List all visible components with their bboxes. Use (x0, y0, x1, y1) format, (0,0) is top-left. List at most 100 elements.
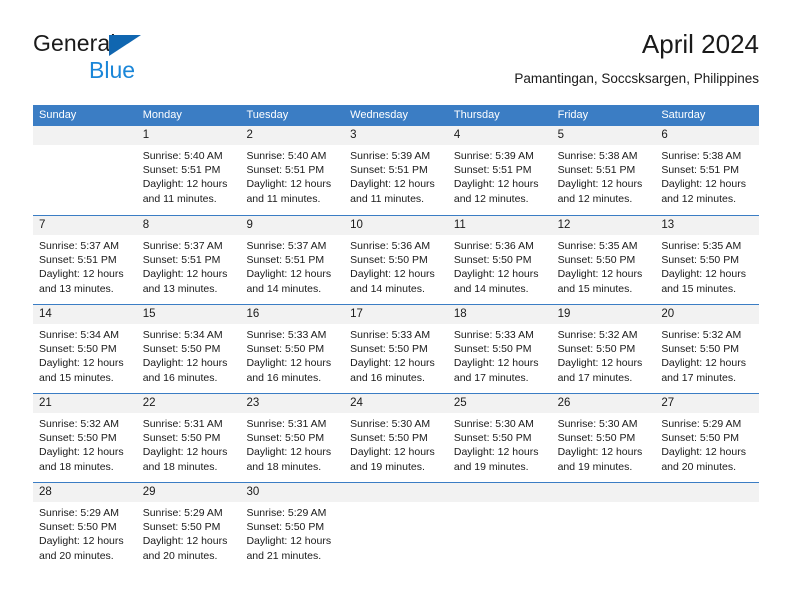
day-cell[interactable]: 21 Sunrise: 5:32 AM Sunset: 5:50 PM Dayl… (33, 394, 137, 482)
sunrise-text: Sunrise: 5:29 AM (142, 507, 223, 519)
logo-text-blue: Blue (89, 57, 136, 83)
daylight-text-line1: Daylight: 12 hours (661, 268, 746, 281)
day-cell[interactable]: 22 Sunrise: 5:31 AM Sunset: 5:50 PM Dayl… (136, 394, 241, 482)
week-row: 14 Sunrise: 5:34 AM Sunset: 5:50 PM Dayl… (33, 304, 760, 393)
day-number: 7 (33, 216, 137, 235)
day-cell[interactable]: 11 Sunrise: 5:36 AM Sunset: 5:50 PM Dayl… (447, 216, 552, 304)
day-cell[interactable]: 20 Sunrise: 5:32 AM Sunset: 5:50 PM Dayl… (655, 305, 760, 393)
day-number: 22 (136, 394, 241, 413)
day-number: 28 (33, 483, 137, 502)
daylight-text-line2: and 20 minutes. (142, 549, 218, 562)
day-cell[interactable]: 27 Sunrise: 5:29 AM Sunset: 5:50 PM Dayl… (655, 394, 760, 482)
week-row: 1 Sunrise: 5:40 AM Sunset: 5:51 PM Dayli… (33, 126, 760, 215)
day-cell[interactable] (344, 483, 448, 571)
sunset-text: Sunset: 5:50 PM (661, 432, 739, 445)
day-number: 23 (240, 394, 345, 413)
daylight-text-line1: Daylight: 12 hours (557, 357, 643, 370)
day-details: Sunrise: 5:29 AM Sunset: 5:50 PM Dayligh… (137, 502, 241, 563)
sunrise-text: Sunrise: 5:36 AM (350, 240, 431, 252)
sunrise-text: Sunrise: 5:33 AM (246, 329, 327, 341)
day-number: 14 (33, 305, 137, 324)
day-number: 5 (551, 126, 656, 145)
day-cell[interactable]: 1 Sunrise: 5:40 AM Sunset: 5:51 PM Dayli… (136, 126, 241, 215)
sunset-text: Sunset: 5:50 PM (246, 343, 325, 356)
day-number: 11 (447, 216, 552, 235)
day-cell[interactable]: 23 Sunrise: 5:31 AM Sunset: 5:50 PM Dayl… (240, 394, 345, 482)
day-cell[interactable]: 29 Sunrise: 5:29 AM Sunset: 5:50 PM Dayl… (136, 483, 241, 571)
day-cell[interactable]: 6 Sunrise: 5:38 AM Sunset: 5:51 PM Dayli… (655, 126, 760, 215)
week-row: 28 Sunrise: 5:29 AM Sunset: 5:50 PM Dayl… (33, 482, 760, 571)
day-number: 30 (240, 483, 345, 502)
weekday-header-sunday: Sunday (39, 109, 77, 121)
page-header: General Blue April 2024 Pamantingan, Soc… (33, 28, 759, 98)
day-cell[interactable]: 16 Sunrise: 5:33 AM Sunset: 5:50 PM Dayl… (240, 305, 345, 393)
sunrise-text: Sunrise: 5:30 AM (350, 418, 431, 430)
day-details: Sunrise: 5:39 AM Sunset: 5:51 PM Dayligh… (448, 145, 552, 206)
sunset-text: Sunset: 5:51 PM (557, 164, 636, 177)
sunset-text: Sunset: 5:50 PM (39, 432, 117, 445)
weekday-header-monday: Monday (142, 109, 182, 121)
daylight-text-line2: and 15 minutes. (39, 371, 114, 384)
daylight-text-line2: and 14 minutes. (350, 282, 425, 295)
daylight-text-line2: and 16 minutes. (142, 371, 218, 384)
day-cell[interactable] (551, 483, 656, 571)
day-details: Sunrise: 5:34 AM Sunset: 5:50 PM Dayligh… (137, 324, 241, 385)
day-details: Sunrise: 5:34 AM Sunset: 5:50 PM Dayligh… (33, 324, 137, 385)
day-cell[interactable]: 4 Sunrise: 5:39 AM Sunset: 5:51 PM Dayli… (447, 126, 552, 215)
day-number: 29 (136, 483, 241, 502)
day-cell[interactable] (655, 483, 760, 571)
day-cell[interactable]: 28 Sunrise: 5:29 AM Sunset: 5:50 PM Dayl… (33, 483, 137, 571)
day-cell[interactable]: 14 Sunrise: 5:34 AM Sunset: 5:50 PM Dayl… (33, 305, 137, 393)
day-cell[interactable]: 24 Sunrise: 5:30 AM Sunset: 5:50 PM Dayl… (344, 394, 448, 482)
sunset-text: Sunset: 5:50 PM (453, 432, 532, 445)
weekday-header-wednesday: Wednesday (350, 109, 409, 121)
daylight-text-line2: and 12 minutes. (453, 192, 529, 205)
day-cell[interactable]: 17 Sunrise: 5:33 AM Sunset: 5:50 PM Dayl… (344, 305, 448, 393)
day-cell[interactable]: 30 Sunrise: 5:29 AM Sunset: 5:50 PM Dayl… (240, 483, 345, 571)
day-number (551, 483, 656, 502)
daylight-text-line2: and 16 minutes. (246, 371, 322, 384)
day-cell[interactable]: 10 Sunrise: 5:36 AM Sunset: 5:50 PM Dayl… (344, 216, 448, 304)
day-details: Sunrise: 5:32 AM Sunset: 5:50 PM Dayligh… (552, 324, 656, 385)
day-cell[interactable]: 12 Sunrise: 5:35 AM Sunset: 5:50 PM Dayl… (551, 216, 656, 304)
day-number: 18 (447, 305, 552, 324)
weekday-header-row: Sunday Monday Tuesday Wednesday Thursday… (33, 105, 759, 126)
sunrise-text: Sunrise: 5:35 AM (661, 240, 742, 252)
day-cell[interactable]: 8 Sunrise: 5:37 AM Sunset: 5:51 PM Dayli… (136, 216, 241, 304)
day-number: 20 (655, 305, 760, 324)
daylight-text-line2: and 12 minutes. (557, 192, 633, 205)
day-cell[interactable]: 18 Sunrise: 5:33 AM Sunset: 5:50 PM Dayl… (447, 305, 552, 393)
day-cell[interactable] (447, 483, 552, 571)
daylight-text-line2: and 15 minutes. (661, 282, 737, 295)
calendar-page: General Blue April 2024 Pamantingan, Soc… (0, 0, 792, 612)
day-cell[interactable]: 7 Sunrise: 5:37 AM Sunset: 5:51 PM Dayli… (33, 216, 137, 304)
day-details: Sunrise: 5:38 AM Sunset: 5:51 PM Dayligh… (655, 145, 759, 206)
day-details: Sunrise: 5:31 AM Sunset: 5:50 PM Dayligh… (137, 413, 241, 474)
daylight-text-line1: Daylight: 12 hours (453, 446, 539, 459)
sunrise-text: Sunrise: 5:33 AM (453, 329, 534, 341)
daylight-text-line1: Daylight: 12 hours (350, 268, 435, 281)
day-details: Sunrise: 5:39 AM Sunset: 5:51 PM Dayligh… (344, 145, 448, 206)
day-number: 9 (240, 216, 345, 235)
day-number (447, 483, 552, 502)
daylight-text-line2: and 11 minutes. (350, 192, 425, 205)
day-cell[interactable]: 19 Sunrise: 5:32 AM Sunset: 5:50 PM Dayl… (551, 305, 656, 393)
day-cell[interactable]: 5 Sunrise: 5:38 AM Sunset: 5:51 PM Dayli… (551, 126, 656, 215)
logo-word-general: General (33, 32, 233, 58)
day-cell[interactable]: 15 Sunrise: 5:34 AM Sunset: 5:50 PM Dayl… (136, 305, 241, 393)
sunrise-text: Sunrise: 5:37 AM (142, 240, 223, 252)
day-cell[interactable]: 3 Sunrise: 5:39 AM Sunset: 5:51 PM Dayli… (344, 126, 448, 215)
day-cell[interactable]: 26 Sunrise: 5:30 AM Sunset: 5:50 PM Dayl… (551, 394, 656, 482)
day-details: Sunrise: 5:33 AM Sunset: 5:50 PM Dayligh… (448, 324, 552, 385)
daylight-text-line1: Daylight: 12 hours (661, 178, 746, 191)
day-cell[interactable]: 2 Sunrise: 5:40 AM Sunset: 5:51 PM Dayli… (240, 126, 345, 215)
day-cell[interactable]: 9 Sunrise: 5:37 AM Sunset: 5:51 PM Dayli… (240, 216, 345, 304)
day-cell[interactable]: 25 Sunrise: 5:30 AM Sunset: 5:50 PM Dayl… (447, 394, 552, 482)
day-number: 21 (33, 394, 137, 413)
day-cell[interactable]: 13 Sunrise: 5:35 AM Sunset: 5:50 PM Dayl… (655, 216, 760, 304)
daylight-text-line2: and 21 minutes. (246, 549, 322, 562)
daylight-text-line2: and 17 minutes. (453, 371, 529, 384)
day-cell[interactable] (33, 126, 137, 215)
daylight-text-line2: and 18 minutes. (246, 460, 322, 473)
daylight-text-line1: Daylight: 12 hours (557, 178, 643, 191)
